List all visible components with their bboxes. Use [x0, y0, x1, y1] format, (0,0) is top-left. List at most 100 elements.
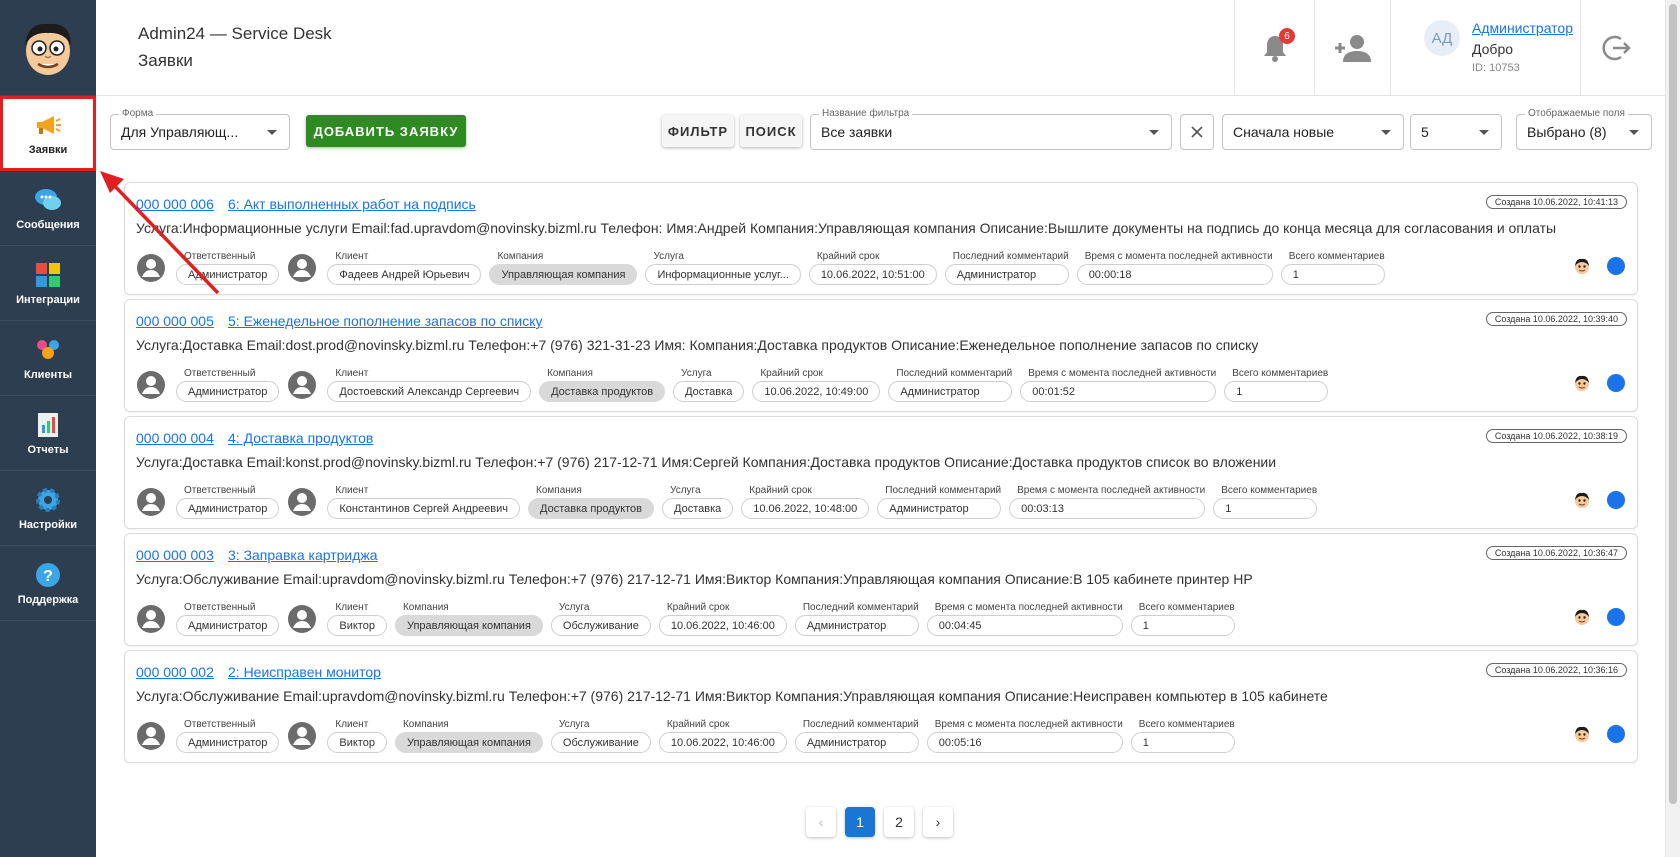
- service-value[interactable]: Информационные услуг...: [645, 264, 801, 285]
- field-label: Компания: [402, 719, 449, 730]
- last-comment-value[interactable]: Администратор: [794, 732, 919, 753]
- status-indicator[interactable]: [1607, 725, 1625, 743]
- client-field: Клиент Виктор: [327, 602, 387, 636]
- deadline-value[interactable]: 10.06.2022, 10:48:00: [741, 498, 870, 519]
- service-field: Услуга Обслуживание: [550, 602, 651, 636]
- sidebar-item-tickets[interactable]: Заявки: [0, 96, 96, 171]
- total-comments-value[interactable]: 1: [1213, 498, 1318, 519]
- ticket-card[interactable]: 000 000 004 4: Доставка продуктов Создан…: [124, 416, 1638, 529]
- sort-select[interactable]: Сначала новые: [1222, 114, 1404, 150]
- sidebar-item-settings[interactable]: Настройки: [0, 471, 96, 546]
- service-value[interactable]: Доставка: [662, 498, 734, 519]
- responsible-value[interactable]: Администратор: [176, 732, 280, 753]
- company-value[interactable]: Доставка продуктов: [528, 498, 655, 519]
- deadline-value[interactable]: 10.06.2022, 10:46:00: [658, 732, 787, 753]
- company-value[interactable]: Доставка продуктов: [539, 381, 666, 402]
- status-indicator[interactable]: [1607, 491, 1625, 509]
- sidebar-item-support[interactable]: ? Поддержка: [0, 546, 96, 621]
- last-comment-value[interactable]: Администратор: [944, 264, 1069, 285]
- ticket-card[interactable]: 000 000 003 3: Заправка картриджа Создан…: [124, 533, 1638, 646]
- deadline-value[interactable]: 10.06.2022, 10:51:00: [808, 264, 937, 285]
- sidebar-item-messages[interactable]: Сообщения: [0, 171, 96, 246]
- page-1-button[interactable]: 1: [845, 807, 875, 837]
- app-logo[interactable]: [0, 0, 96, 96]
- last-comment-value[interactable]: Администратор: [888, 381, 1013, 402]
- ticket-number-link[interactable]: 000 000 002: [136, 664, 214, 680]
- filter-button[interactable]: ФИЛЬТР: [662, 115, 734, 147]
- total-comments-field: Всего комментариев 1: [1130, 719, 1235, 753]
- status-indicator[interactable]: [1607, 374, 1625, 392]
- field-label: Услуга: [681, 368, 712, 379]
- chevron-down-icon: [1629, 130, 1639, 135]
- client-value[interactable]: Фадеев Андрей Юрьевич: [327, 264, 482, 285]
- total-comments-value[interactable]: 1: [1130, 615, 1235, 636]
- ticket-title-link[interactable]: 5: Еженедельное пополнение запасов по сп…: [228, 313, 543, 329]
- ticket-number-link[interactable]: 000 000 006: [136, 196, 214, 212]
- user-name-link[interactable]: Администратор: [1472, 20, 1573, 36]
- search-button[interactable]: ПОИСК: [740, 115, 802, 147]
- since-activity-value[interactable]: 00:05:16: [926, 732, 1123, 753]
- clear-filter-button[interactable]: [1180, 114, 1214, 150]
- client-value[interactable]: Виктор: [327, 615, 387, 636]
- ticket-created-badge: Создана 10.06.2022, 10:36:16: [1485, 663, 1627, 677]
- sidebar-item-clients[interactable]: Клиенты: [0, 321, 96, 396]
- add-user-button[interactable]: [1314, 0, 1390, 96]
- total-comments-value[interactable]: 1: [1130, 732, 1235, 753]
- field-label: Последний комментарий: [952, 251, 1069, 262]
- ticket-number-link[interactable]: 000 000 005: [136, 313, 214, 329]
- total-comments-value[interactable]: 1: [1280, 264, 1385, 285]
- scrollbar[interactable]: [1665, 0, 1680, 857]
- responsible-value[interactable]: Администратор: [176, 264, 280, 285]
- responsible-value[interactable]: Администратор: [176, 615, 280, 636]
- deadline-field: Крайний срок 10.06.2022, 10:51:00: [808, 251, 937, 285]
- next-page-button[interactable]: ›: [923, 807, 953, 837]
- deadline-value[interactable]: 10.06.2022, 10:46:00: [658, 615, 787, 636]
- deadline-value[interactable]: 10.06.2022, 10:49:00: [752, 381, 881, 402]
- total-comments-value[interactable]: 1: [1224, 381, 1329, 402]
- ticket-number-link[interactable]: 000 000 003: [136, 547, 214, 563]
- since-activity-value[interactable]: 00:01:52: [1020, 381, 1217, 402]
- page-2-button[interactable]: 2: [884, 807, 914, 837]
- since-activity-value[interactable]: 00:00:18: [1076, 264, 1273, 285]
- filter-name-select[interactable]: Название фильтра Все заявки: [810, 108, 1172, 150]
- ticket-card[interactable]: 000 000 005 5: Еженедельное пополнение з…: [124, 299, 1638, 412]
- service-value[interactable]: Доставка: [673, 381, 745, 402]
- last-comment-value[interactable]: Администратор: [794, 615, 919, 636]
- ticket-title-link[interactable]: 6: Акт выполненных работ на подпись: [228, 196, 476, 212]
- per-page-select[interactable]: 5: [1410, 114, 1502, 150]
- logout-button[interactable]: [1580, 0, 1650, 96]
- service-value[interactable]: Обслуживание: [550, 615, 651, 636]
- ticket-title-link[interactable]: 4: Доставка продуктов: [228, 430, 373, 446]
- status-indicator[interactable]: [1607, 608, 1625, 626]
- ticket-card[interactable]: 000 000 002 2: Неисправен монитор Создан…: [124, 650, 1638, 763]
- form-select[interactable]: Форма Для Управляющ...: [110, 108, 290, 150]
- ticket-title-link[interactable]: 2: Неисправен монитор: [228, 664, 381, 680]
- ticket-number-link[interactable]: 000 000 004: [136, 430, 214, 446]
- since-activity-value[interactable]: 00:04:45: [926, 615, 1123, 636]
- ticket-card[interactable]: 000 000 006 6: Акт выполненных работ на …: [124, 182, 1638, 295]
- last-comment-value[interactable]: Администратор: [877, 498, 1002, 519]
- since-activity-value[interactable]: 00:03:13: [1009, 498, 1206, 519]
- client-value[interactable]: Виктор: [327, 732, 387, 753]
- status-indicator[interactable]: [1607, 257, 1625, 275]
- person-icon: [137, 488, 165, 516]
- add-ticket-button[interactable]: ДОБАВИТЬ ЗАЯВКУ: [306, 115, 466, 147]
- responsible-value[interactable]: Администратор: [176, 381, 280, 402]
- scrollbar-thumb[interactable]: [1669, 4, 1677, 804]
- client-value[interactable]: Достоевский Александр Сергеевич: [327, 381, 532, 402]
- prev-page-button[interactable]: ‹: [806, 807, 836, 837]
- sidebar-item-reports[interactable]: Отчеты: [0, 396, 96, 471]
- displayed-fields-select[interactable]: Отображаемые поля Выбрано (8): [1516, 108, 1652, 150]
- company-value[interactable]: Управляющая компания: [394, 615, 543, 636]
- service-value[interactable]: Обслуживание: [550, 732, 651, 753]
- sidebar-item-integrations[interactable]: Интеграции: [0, 246, 96, 321]
- notifications-button[interactable]: 6: [1234, 0, 1314, 96]
- responsible-value[interactable]: Администратор: [176, 498, 280, 519]
- company-value[interactable]: Управляющая компания: [489, 264, 638, 285]
- displayed-fields-label: Отображаемые поля: [1525, 108, 1628, 119]
- service-field: Услуга Доставка: [662, 485, 734, 519]
- client-value[interactable]: Константинов Сергей Андреевич: [327, 498, 521, 519]
- ticket-title-link[interactable]: 3: Заправка картриджа: [228, 547, 378, 563]
- chevron-down-icon: [267, 130, 277, 135]
- company-value[interactable]: Управляющая компания: [394, 732, 543, 753]
